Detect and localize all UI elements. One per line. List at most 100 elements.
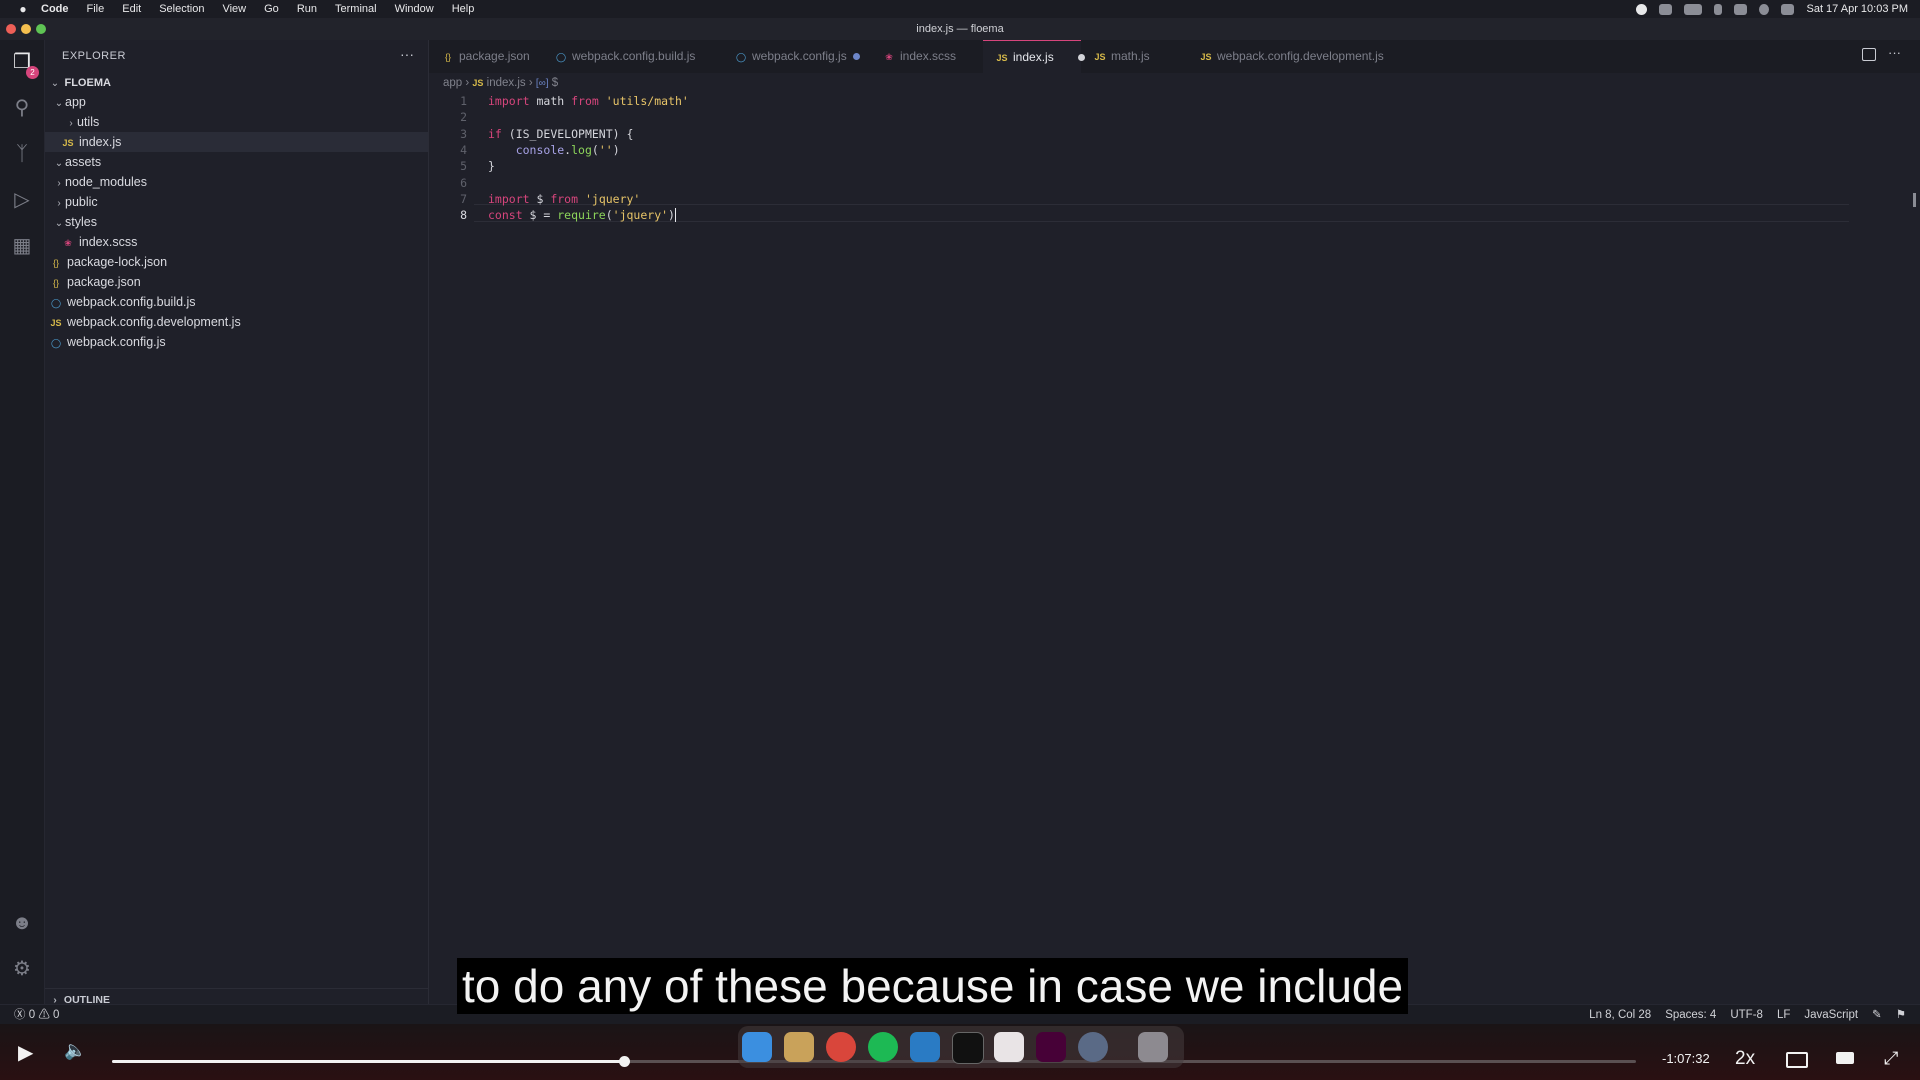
split-editor-icon[interactable] <box>1862 48 1876 61</box>
menu-file[interactable]: File <box>78 3 114 15</box>
play-icon[interactable]: ▶ <box>18 1040 33 1065</box>
search-icon[interactable] <box>1759 3 1770 15</box>
playback-speed[interactable]: 2x <box>1735 1048 1755 1070</box>
feedback-icon[interactable]: ✎ <box>1872 1005 1882 1025</box>
spotify-icon[interactable] <box>868 1032 898 1062</box>
time-remaining: -1:07:32 <box>1662 1051 1710 1066</box>
breadcrumb-file[interactable]: index.js <box>487 77 526 89</box>
vscode-icon[interactable] <box>910 1032 940 1062</box>
tree-item[interactable]: {} package.json <box>45 272 428 292</box>
menu-selection[interactable]: Selection <box>150 3 213 15</box>
quicktime-icon[interactable] <box>1078 1032 1108 1062</box>
line-number: 6 <box>460 175 467 190</box>
unsaved-dot-icon[interactable] <box>852 53 860 61</box>
progress-knob[interactable] <box>619 1056 631 1067</box>
cursor-position[interactable]: Ln 8, Col 28 <box>1589 1005 1651 1025</box>
code-token: log <box>571 142 592 157</box>
menu-go[interactable]: Go <box>255 3 288 15</box>
menu-edit[interactable]: Edit <box>113 3 150 15</box>
line-number: 4 <box>460 142 467 157</box>
bluetooth-icon[interactable] <box>1714 3 1723 15</box>
tree-item-label: webpack.config.build.js <box>67 295 196 309</box>
volume-icon[interactable]: 🔈 <box>64 1040 86 1061</box>
end-of-line[interactable]: LF <box>1777 1005 1790 1025</box>
adobe-xd-icon[interactable] <box>1036 1032 1066 1062</box>
notifications-bell-icon[interactable]: ⚑ <box>1896 1005 1906 1025</box>
tree-item[interactable]: JS webpack.config.development.js <box>45 312 428 332</box>
menu-terminal[interactable]: Terminal <box>326 3 386 15</box>
breadcrumb-symbol[interactable]: $ <box>552 77 558 89</box>
tree-item[interactable]: ⌄ styles <box>45 212 428 232</box>
chrome-icon[interactable] <box>826 1032 856 1062</box>
tree-item[interactable]: {} package-lock.json <box>45 252 428 272</box>
tree-item[interactable]: ◯ webpack.config.build.js <box>45 292 428 312</box>
line-number: 3 <box>460 126 467 141</box>
tree-item-label: app <box>65 95 86 109</box>
code-editor[interactable]: 1 import math from 'utils/math' 2 3 if (IS_D… <box>429 91 1920 1023</box>
apple-icon[interactable]: ● <box>14 2 32 16</box>
editor-tab[interactable]: JS webpack.config.development.js <box>1187 40 1387 73</box>
editor-tab[interactable]: {} package.json <box>429 40 542 73</box>
tree-item[interactable]: ◯ webpack.config.js <box>45 332 428 352</box>
run-debug-icon[interactable]: ▷ <box>8 186 36 214</box>
trash-icon[interactable] <box>1138 1032 1168 1062</box>
explorer-icon[interactable]: ❐ 2 <box>8 48 39 79</box>
slack-icon[interactable] <box>994 1032 1024 1062</box>
settings-gear-icon[interactable]: ⚙ <box>8 955 36 983</box>
video-caption: to do any of these because in case we in… <box>457 958 1409 1014</box>
tree-item[interactable]: JS index.js <box>45 132 428 152</box>
scrollbar-thumb[interactable] <box>1913 193 1916 207</box>
tree-item-label: public <box>65 195 98 209</box>
fullscreen-icon[interactable]: ⤢ <box>1884 1048 1898 1069</box>
menu-help[interactable]: Help <box>443 3 484 15</box>
tree-item[interactable]: › utils <box>45 112 428 132</box>
accounts-icon[interactable]: ☻ <box>8 909 36 937</box>
tree-item[interactable]: › public <box>45 192 428 212</box>
menu-clock[interactable]: Sat 17 Apr 10:03 PM <box>1806 3 1908 15</box>
menu-window[interactable]: Window <box>386 3 443 15</box>
source-control-icon[interactable]: ᛉ <box>8 140 36 168</box>
maximize-window-button[interactable] <box>36 24 46 34</box>
tree-item[interactable]: ⌄ assets <box>45 152 428 172</box>
menu-app-name[interactable]: Code <box>32 3 78 15</box>
breadcrumb-separator-icon: › <box>528 77 536 89</box>
editor-tab[interactable]: ◯ webpack.config.js <box>722 40 870 73</box>
captions-icon[interactable] <box>1786 1052 1808 1068</box>
editor-more-icon[interactable]: ··· <box>1888 45 1901 60</box>
wifi-icon[interactable] <box>1734 3 1748 15</box>
tree-item[interactable]: ⌄ app <box>45 92 428 112</box>
record-icon[interactable] <box>1636 3 1648 15</box>
activity-bar: ❐ 2 ⚲ ᛉ ▷ ▦ ☻ ⚙ <box>0 40 45 1023</box>
editor-tab[interactable]: JS index.js <box>983 40 1085 74</box>
breadcrumb-folder[interactable]: app <box>443 77 462 89</box>
cloud-icon[interactable] <box>1659 3 1673 15</box>
encoding[interactable]: UTF-8 <box>1730 1005 1763 1025</box>
control-center-icon[interactable] <box>1781 3 1795 15</box>
launchpad-icon[interactable] <box>784 1032 814 1062</box>
project-root[interactable]: ⌄ FLOEMA <box>45 72 428 92</box>
extensions-icon[interactable]: ▦ <box>8 232 36 260</box>
editor-tab[interactable]: ◯ webpack.config.build.js <box>542 40 722 73</box>
finder-icon[interactable] <box>742 1032 772 1062</box>
menu-run[interactable]: Run <box>288 3 326 15</box>
minimize-window-button[interactable] <box>21 24 31 34</box>
search-icon[interactable]: ⚲ <box>8 94 36 122</box>
tree-item[interactable]: › node_modules <box>45 172 428 192</box>
editor-tab[interactable]: ❀ index.scss <box>870 40 983 73</box>
language-mode[interactable]: JavaScript <box>1804 1005 1858 1025</box>
line-number: 2 <box>460 110 467 125</box>
menu-view[interactable]: View <box>213 3 255 15</box>
hd-quality-icon[interactable] <box>1836 1052 1854 1064</box>
more-actions-icon[interactable]: ··· <box>400 46 414 62</box>
editor-tabs: {} package.json ◯ webpack.config.build.js ◯ w… <box>429 40 1920 74</box>
tab-label: index.scss <box>900 49 957 63</box>
menu-items: Code File Edit Selection View Go Run Terminal Wi… <box>32 3 483 15</box>
terminal-icon[interactable] <box>952 1032 984 1064</box>
code-token: math <box>529 94 572 108</box>
battery-icon[interactable] <box>1684 3 1703 15</box>
close-window-button[interactable] <box>6 24 16 34</box>
editor-tab[interactable]: JS math.js <box>1081 40 1187 73</box>
tree-item[interactable]: ❀ index.scss <box>45 232 428 252</box>
indentation[interactable]: Spaces: 4 <box>1665 1005 1716 1025</box>
problems-indicator[interactable]: Ⓧ 0 ⚠ 0 <box>14 1005 59 1025</box>
